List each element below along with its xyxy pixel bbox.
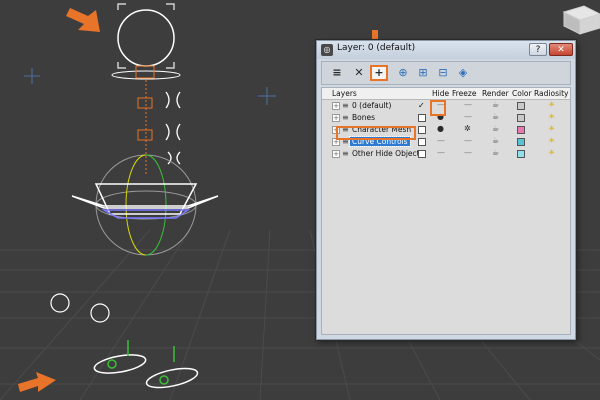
layer-name[interactable]: Other Hide Objects	[350, 149, 426, 158]
arrow-head	[66, 8, 100, 32]
column-radiosity[interactable]: Radiosity	[534, 89, 568, 98]
layer-row[interactable]: + ≡ 0 (default) ✓ — — ☕ ☀	[322, 100, 570, 112]
layer-icon: ≡	[342, 149, 349, 158]
layer-color-swatch[interactable]	[517, 114, 525, 122]
close-button[interactable]: ✕	[549, 43, 573, 56]
hide-column-highlight	[430, 100, 446, 116]
column-layers[interactable]: Layers	[332, 89, 357, 98]
highlight-layer-icon[interactable]: ⊟	[434, 65, 452, 81]
column-color[interactable]: Color	[512, 89, 532, 98]
freeze-snowflake-icon[interactable]: ✲	[464, 124, 471, 133]
radiosity-icon[interactable]: ☀	[548, 136, 555, 145]
layer-color-swatch[interactable]	[517, 126, 525, 134]
delete-layer-button[interactable]: ✕	[350, 65, 368, 81]
hide-all-icon[interactable]: ◈	[454, 65, 472, 81]
twist-controls[interactable]	[165, 91, 181, 165]
current-layer-checkbox[interactable]	[418, 114, 426, 122]
expand-toggle[interactable]: +	[332, 150, 340, 158]
layer-color-swatch[interactable]	[517, 150, 525, 158]
spine-controls[interactable]	[111, 65, 181, 175]
render-teapot-icon[interactable]: ☕	[492, 112, 499, 121]
head-control[interactable]	[117, 3, 175, 69]
layer-icon: ≡	[342, 113, 349, 122]
layer-name[interactable]: 0 (default)	[350, 101, 393, 110]
layer-color-swatch[interactable]	[517, 138, 525, 146]
render-teapot-icon[interactable]: ☕	[492, 100, 499, 109]
viewcube-icon[interactable]	[562, 5, 600, 35]
add-selection-icon[interactable]: ⊕	[394, 65, 412, 81]
radiosity-icon[interactable]: ☀	[548, 124, 555, 133]
select-in-layer-icon[interactable]: ⊞	[414, 65, 432, 81]
freeze-toggle[interactable]: —	[464, 100, 472, 109]
current-layer-checkbox[interactable]	[418, 150, 426, 158]
freeze-toggle[interactable]: —	[464, 112, 472, 121]
render-teapot-icon[interactable]: ☕	[492, 148, 499, 157]
expand-toggle[interactable]: +	[332, 114, 340, 122]
arrow-foot	[18, 372, 56, 392]
create-new-layer-button[interactable]: +	[370, 65, 388, 81]
hide-toggle[interactable]: —	[437, 136, 445, 145]
radiosity-icon[interactable]: ☀	[548, 112, 555, 121]
render-teapot-icon[interactable]: ☕	[492, 136, 499, 145]
table-header: Layers Hide Freeze Render Color Radiosit…	[322, 88, 570, 100]
column-hide[interactable]: Hide	[432, 89, 449, 98]
layer-row[interactable]: + ≡ Other Hide Objects — — ☕ ☀	[322, 148, 570, 160]
layer-toolbar: ≡ ✕ + ⊕ ⊞ ⊟ ◈	[321, 61, 571, 85]
layer-manager-window[interactable]: ◎ Layer: 0 (default) ? ✕ ≡ ✕ + ⊕ ⊞ ⊟ ◈ L…	[316, 40, 576, 340]
expand-toggle[interactable]: +	[332, 102, 340, 110]
freeze-toggle[interactable]: —	[464, 148, 472, 157]
app-icon: ◎	[321, 44, 333, 56]
current-layer-check-icon[interactable]: ✓	[418, 101, 425, 110]
render-teapot-icon[interactable]: ☕	[492, 124, 499, 133]
radiosity-icon[interactable]: ☀	[548, 148, 555, 157]
hide-bulb-icon[interactable]: ●	[437, 124, 444, 133]
freeze-toggle[interactable]: —	[464, 136, 472, 145]
layer-icon: ≡	[342, 101, 349, 110]
window-title: Layer: 0 (default)	[337, 43, 416, 53]
layer-name[interactable]: Bones	[350, 113, 377, 122]
current-layer-checkbox[interactable]	[418, 138, 426, 146]
help-button[interactable]: ?	[529, 43, 547, 56]
layer-color-swatch[interactable]	[517, 102, 525, 110]
radiosity-icon[interactable]: ☀	[548, 100, 555, 109]
layer-stack-icon[interactable]: ≡	[328, 65, 346, 81]
viewport-crosshair	[24, 68, 276, 105]
layer-row[interactable]: + ≡ Bones ● — ☕ ☀	[322, 112, 570, 124]
column-freeze[interactable]: Freeze	[452, 89, 476, 98]
current-layer-checkbox[interactable]	[418, 126, 426, 134]
hide-toggle[interactable]: —	[437, 148, 445, 157]
title-bar[interactable]: ◎ Layer: 0 (default) ? ✕	[317, 41, 575, 59]
layer-table: Layers Hide Freeze Render Color Radiosit…	[321, 87, 571, 335]
curve-controls-highlight	[336, 126, 416, 140]
column-render[interactable]: Render	[482, 89, 509, 98]
